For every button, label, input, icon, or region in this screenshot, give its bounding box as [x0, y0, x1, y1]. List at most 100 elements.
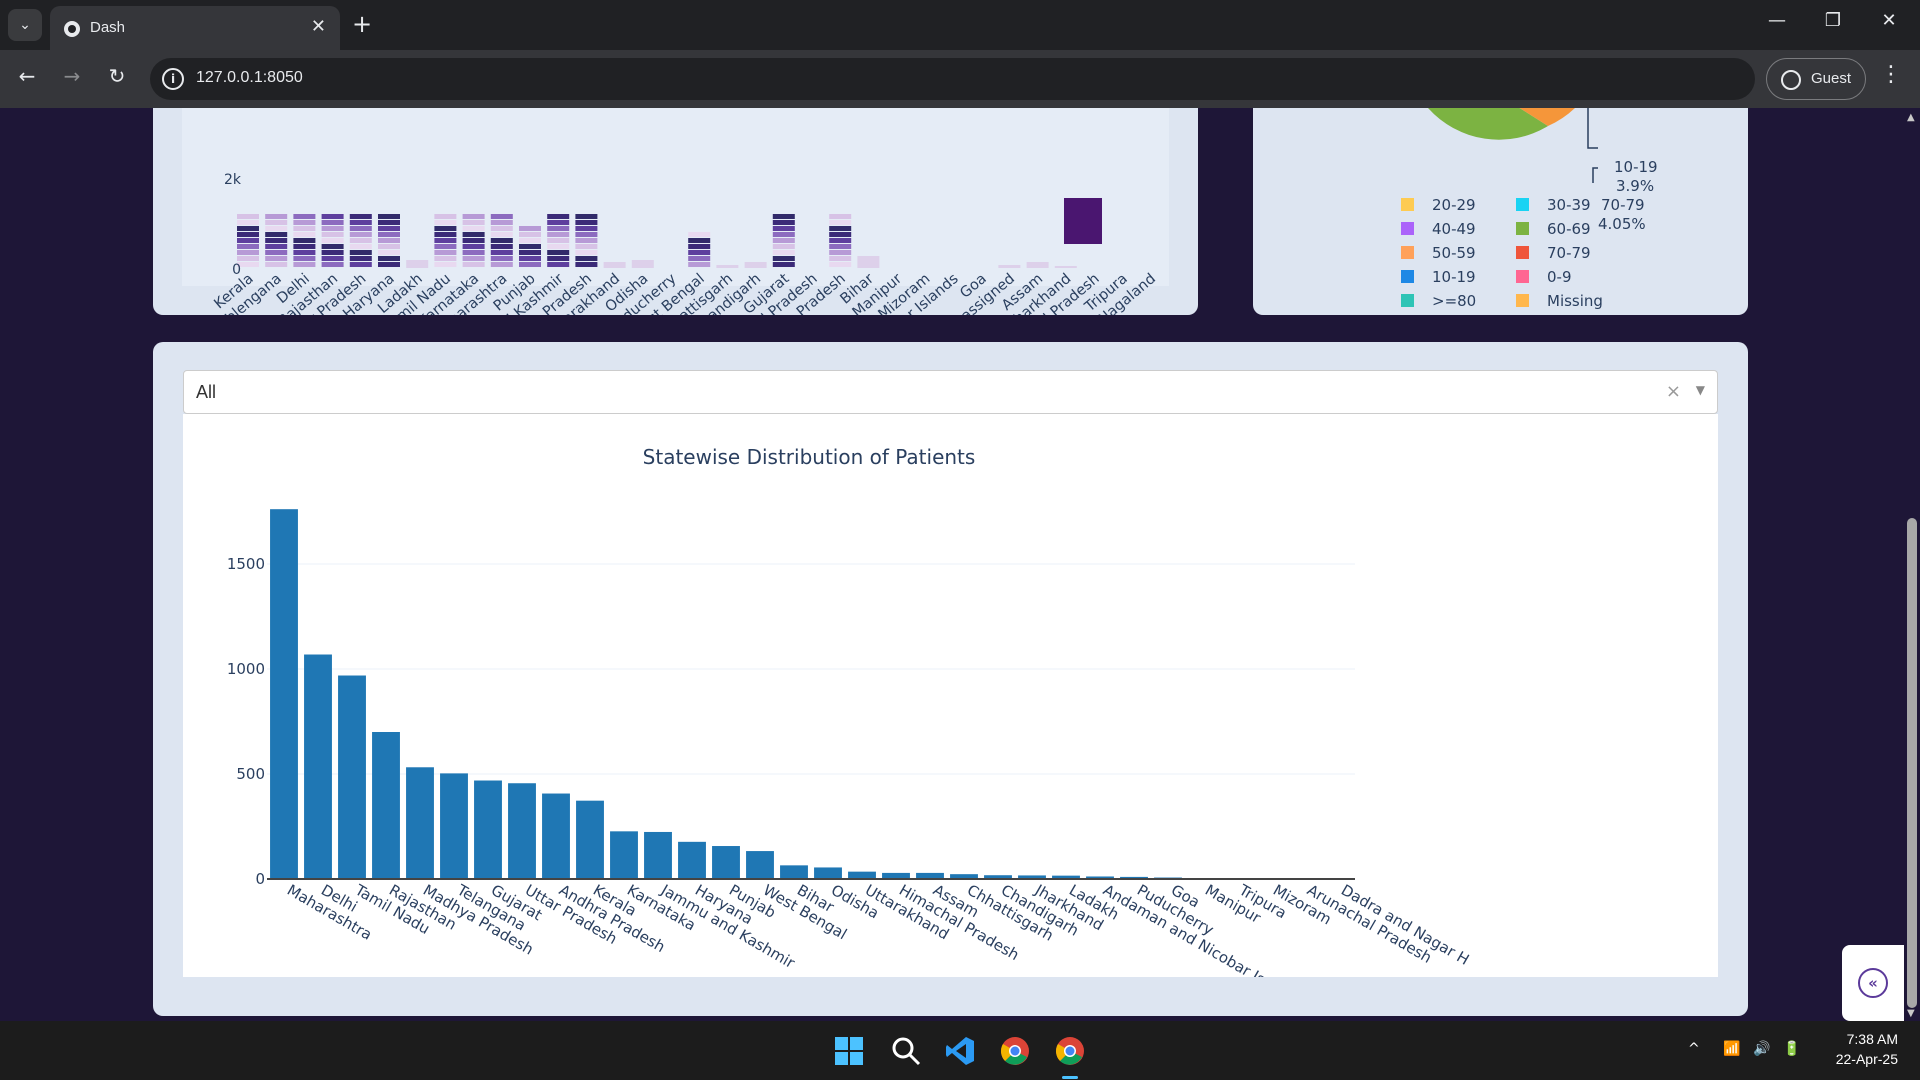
chrome-dev-icon[interactable]: [999, 1035, 1031, 1067]
legend-item-70-79[interactable]: 70-79: [1516, 244, 1591, 262]
stacked-bar-segment-tamil-nadu[interactable]: [434, 214, 457, 219]
stacked-bar-segment-gujarat[interactable]: [772, 232, 795, 237]
legend-item-10-19[interactable]: 10-19: [1401, 268, 1476, 286]
stacked-bar-segment-tamil-nadu[interactable]: [434, 262, 457, 267]
stacked-bar-segment-karnataka[interactable]: [462, 244, 485, 249]
close-tab-icon[interactable]: ✕: [311, 16, 326, 37]
stacked-bar-segment-haryana[interactable]: [378, 226, 400, 231]
stacked-bar-segment-karnataka[interactable]: [462, 250, 485, 255]
stacked-bar-segment-kerala[interactable]: [237, 220, 259, 225]
stacked-bar-segment-haryana[interactable]: [378, 232, 400, 237]
stacked-bar-segment-maharashtra[interactable]: [490, 262, 513, 267]
url-text[interactable]: 127.0.0.1:8050: [196, 69, 303, 87]
stacked-bar-segment-tamil-nadu[interactable]: [434, 256, 457, 261]
stacked-bar-segment-uttar-pradesh[interactable]: [349, 250, 372, 255]
bar-haryana[interactable]: [678, 841, 706, 879]
scroll-up-icon[interactable]: ▲: [1907, 112, 1915, 123]
forward-arrow-icon[interactable]: →: [57, 64, 87, 88]
stacked-bar-segment-gujarat[interactable]: [772, 238, 795, 243]
minimize-icon[interactable]: —: [1762, 10, 1792, 31]
bar-maharashtra[interactable]: [270, 509, 298, 879]
bar-punjab[interactable]: [712, 846, 740, 879]
stacked-bar-segment-tamil-nadu[interactable]: [434, 220, 457, 225]
wifi-icon[interactable]: 📶: [1723, 1041, 1740, 1057]
bar-tamil-nadu[interactable]: [338, 675, 366, 879]
stacked-bar-segment-punjab[interactable]: [519, 250, 541, 255]
windows-start-icon[interactable]: [833, 1035, 865, 1067]
stacked-bar-segment-punjab[interactable]: [519, 256, 541, 261]
stacked-bar-segment-telengana[interactable]: [265, 256, 288, 261]
stacked-bar-segment-punjab[interactable]: [519, 226, 541, 231]
stacked-bar-segment-uttar-pradesh[interactable]: [349, 232, 372, 237]
stacked-bar-segment-karnataka[interactable]: [462, 214, 485, 219]
stacked-bar-segment-west-bengal[interactable]: [688, 262, 711, 267]
stacked-bar-segment-karnataka[interactable]: [462, 262, 485, 267]
legend-item-50-59[interactable]: 50-59: [1401, 244, 1476, 262]
collapse-sidebar-button[interactable]: «: [1842, 945, 1904, 1021]
stacked-bar-segment-delhi[interactable]: [293, 232, 316, 237]
legend-item-80[interactable]: >=80: [1401, 292, 1476, 310]
stacked-bar-segment-chandigarh[interactable]: [744, 262, 767, 268]
stacked-bar-segment-uttarakhand[interactable]: [603, 262, 626, 268]
stacked-bar-segment-andhra-pradesh[interactable]: [575, 256, 598, 261]
restore-icon[interactable]: ❐: [1818, 10, 1848, 31]
stacked-bar-segment-gujarat[interactable]: [772, 220, 795, 225]
stacked-bar-segment-maharashtra[interactable]: [490, 256, 513, 261]
legend-item-30-39[interactable]: 30-39: [1516, 196, 1591, 214]
stacked-bar-segment-jammu-and-kashmir[interactable]: [547, 238, 570, 243]
stacked-bar-segment-west-bengal[interactable]: [688, 244, 711, 249]
stacked-bar-segment-rajasthan[interactable]: [321, 238, 344, 243]
stacked-bar-segment-maharashtra[interactable]: [490, 232, 513, 237]
stacked-bar-segment-maharashtra[interactable]: [490, 244, 513, 249]
stacked-bar-segment-andhra-pradesh[interactable]: [575, 232, 598, 237]
stacked-bar-segment-telengana[interactable]: [265, 226, 288, 231]
stacked-bar-segment-jammu-and-kashmir[interactable]: [547, 226, 570, 231]
stacked-bar-segment-uttar-pradesh[interactable]: [349, 244, 372, 249]
stacked-bar-segment-jharkhand[interactable]: [1054, 266, 1077, 268]
stacked-bar-segment-delhi[interactable]: [293, 244, 316, 249]
stacked-bar-segment-unassigned[interactable]: [998, 265, 1021, 268]
stacked-bar-segment-kerala[interactable]: [237, 250, 259, 255]
legend-item-40-49[interactable]: 40-49: [1401, 220, 1476, 238]
stacked-bar-segment-bihar[interactable]: [857, 256, 880, 268]
clear-selection-icon[interactable]: ×: [1666, 381, 1681, 402]
stacked-bar-segment-telengana[interactable]: [265, 244, 288, 249]
stacked-bar-segment-west-bengal[interactable]: [688, 250, 711, 255]
stacked-bar-segment-andhra-pradesh[interactable]: [575, 238, 598, 243]
bar-madhya-pradesh[interactable]: [406, 767, 434, 879]
stacked-bar-segment-rajasthan[interactable]: [321, 250, 344, 255]
bar-bihar[interactable]: [780, 865, 808, 879]
stacked-bar-segment-tamil-nadu[interactable]: [434, 244, 457, 249]
stacked-bar-segment-madhya-pradesh[interactable]: [829, 244, 852, 249]
bar-telangana[interactable]: [440, 773, 468, 879]
stacked-bar-segment-haryana[interactable]: [378, 250, 400, 255]
stacked-bar-segment-rajasthan[interactable]: [321, 256, 344, 261]
stacked-bar-segment-uttar-pradesh[interactable]: [349, 214, 372, 219]
stacked-bar-segment-kerala[interactable]: [237, 232, 259, 237]
stacked-bar-segment-assam[interactable]: [1026, 262, 1049, 268]
back-arrow-icon[interactable]: ←: [12, 64, 42, 88]
stacked-bar-segment-karnataka[interactable]: [462, 220, 485, 225]
stacked-bar-segment-gujarat[interactable]: [772, 244, 795, 249]
stacked-bar-segment-madhya-pradesh[interactable]: [829, 250, 852, 255]
stacked-bar-segment-madhya-pradesh[interactable]: [829, 226, 852, 231]
stacked-bar-segment-punjab[interactable]: [519, 238, 541, 243]
stacked-bar-segment-rajasthan[interactable]: [321, 214, 344, 219]
bar-delhi[interactable]: [304, 654, 332, 879]
stacked-bar-segment-maharashtra[interactable]: [490, 238, 513, 243]
stacked-bar-segment-uttar-pradesh[interactable]: [349, 256, 372, 261]
stacked-bar-segment-jammu-and-kashmir[interactable]: [547, 232, 570, 237]
legend-item-20-29[interactable]: 20-29: [1401, 196, 1476, 214]
stacked-bar-segment-uttar-pradesh[interactable]: [349, 220, 372, 225]
bar-rajasthan[interactable]: [372, 732, 400, 879]
bar-kerala[interactable]: [576, 800, 604, 879]
stacked-bar-segment-rajasthan[interactable]: [321, 244, 344, 249]
stacked-bar-segment-gujarat[interactable]: [772, 226, 795, 231]
stacked-bar-segment-odisha[interactable]: [631, 260, 654, 268]
system-clock[interactable]: 7:38 AM 22-Apr-25: [1818, 1029, 1898, 1069]
tray-overflow-chevron-icon[interactable]: ^: [1688, 1041, 1700, 1057]
stacked-bar-segment-west-bengal[interactable]: [688, 238, 711, 243]
stacked-bar-segment-haryana[interactable]: [378, 238, 400, 243]
stacked-bar-segment-uttar-pradesh[interactable]: [349, 226, 372, 231]
new-tab-button[interactable]: +: [352, 10, 372, 38]
